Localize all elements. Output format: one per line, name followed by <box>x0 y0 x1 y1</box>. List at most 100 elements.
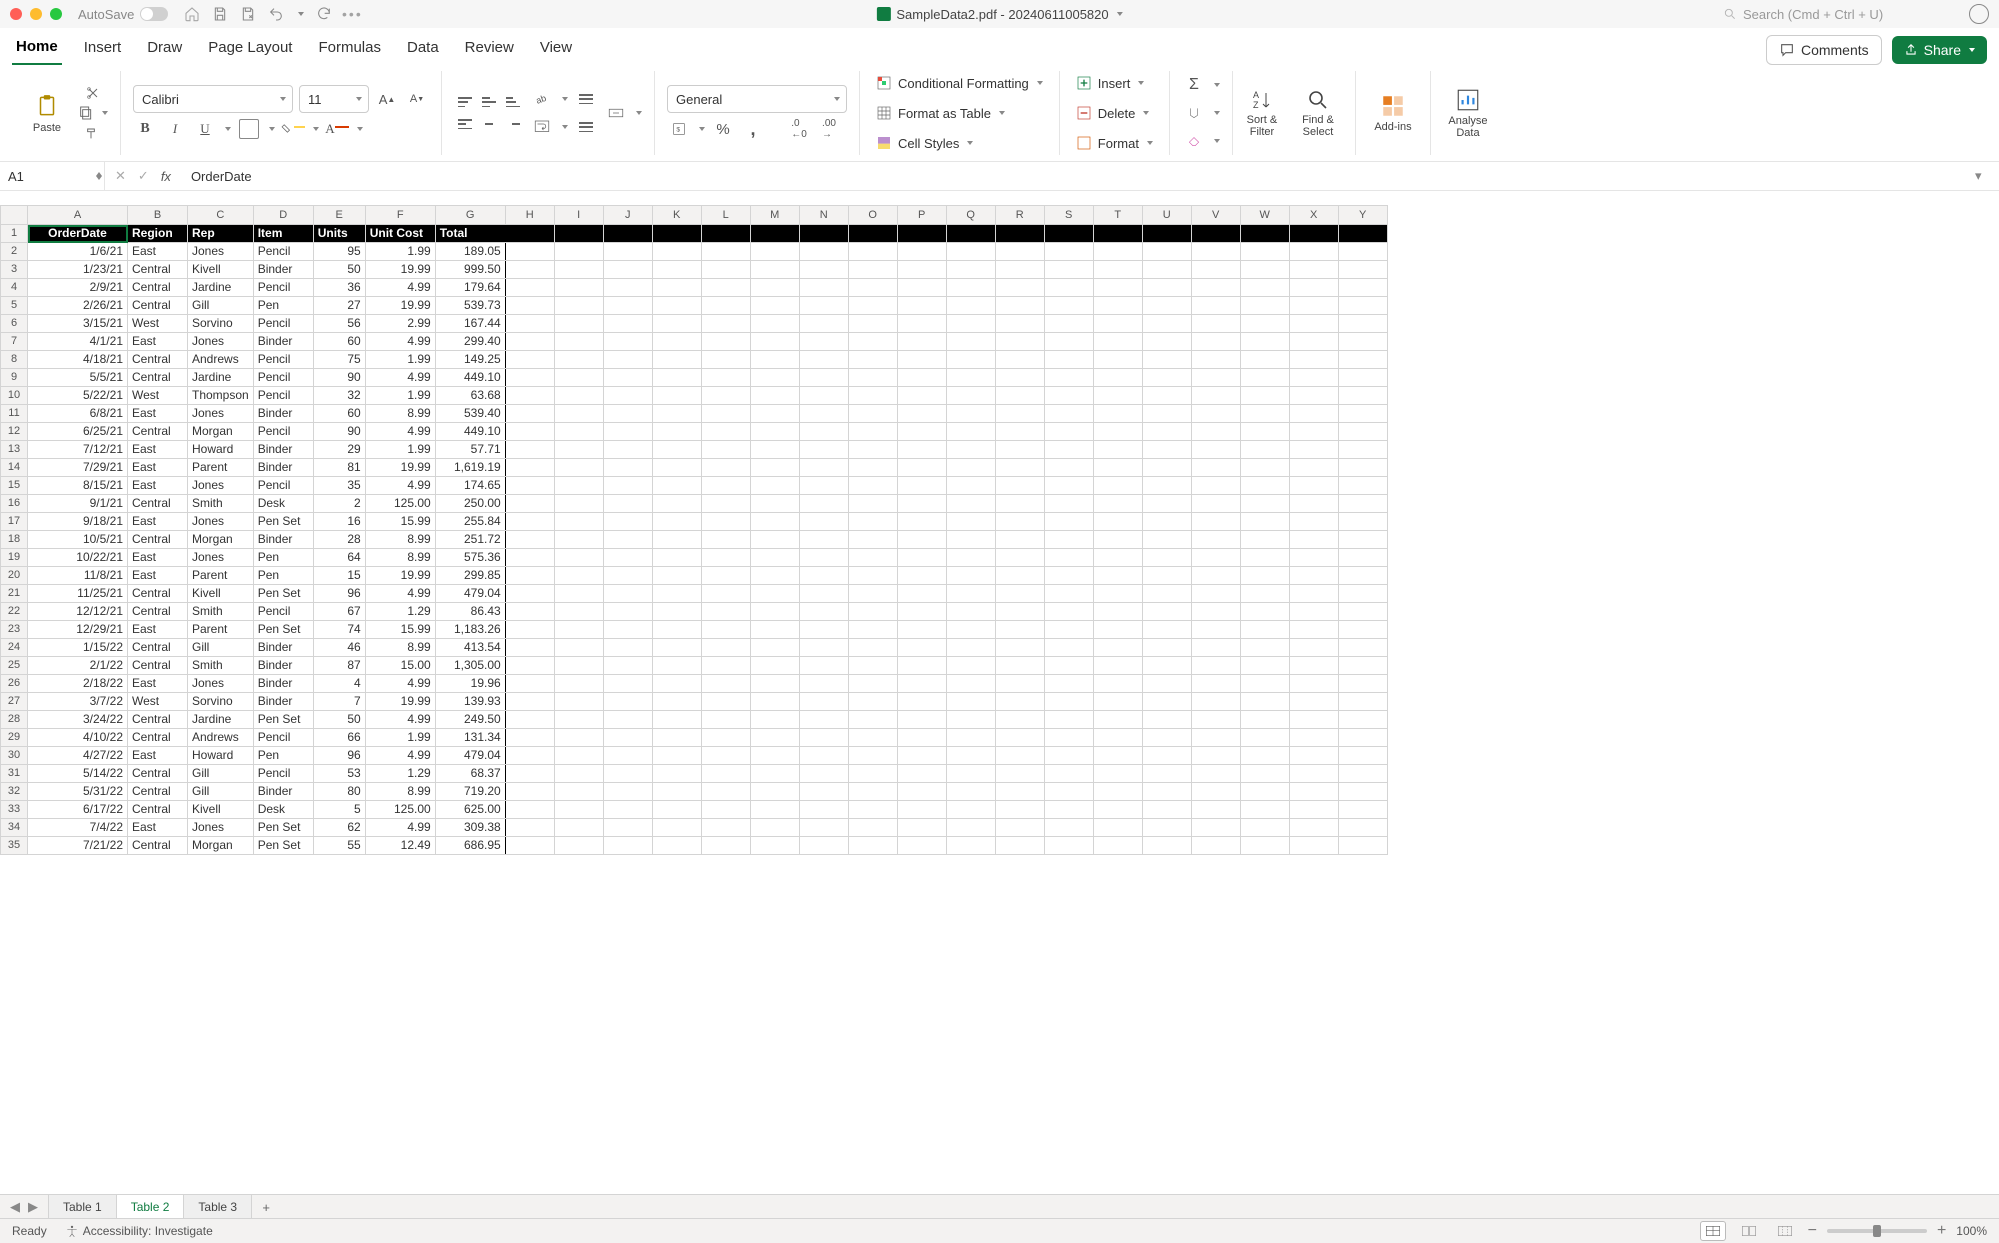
cell[interactable] <box>995 603 1044 621</box>
column-header[interactable]: X <box>1289 206 1338 225</box>
cell[interactable] <box>897 459 946 477</box>
cell[interactable]: Central <box>128 801 188 819</box>
cell[interactable] <box>897 297 946 315</box>
cell[interactable] <box>995 747 1044 765</box>
format-cells-button[interactable]: Format <box>1072 131 1157 155</box>
cell[interactable] <box>897 495 946 513</box>
cell[interactable] <box>848 585 897 603</box>
cell[interactable] <box>1289 819 1338 837</box>
cell[interactable] <box>1240 351 1289 369</box>
cell[interactable] <box>1338 621 1387 639</box>
merge-dropdown-icon[interactable] <box>636 111 642 115</box>
cell[interactable] <box>848 441 897 459</box>
cell[interactable]: Pen Set <box>253 621 313 639</box>
more-icon[interactable]: ••• <box>344 6 360 22</box>
row-header[interactable]: 32 <box>1 783 28 801</box>
cancel-formula-icon[interactable]: ✕ <box>115 168 126 184</box>
cell[interactable] <box>946 423 995 441</box>
cell[interactable] <box>946 297 995 315</box>
cell[interactable]: 2/26/21 <box>28 297 128 315</box>
cell[interactable] <box>1240 729 1289 747</box>
view-page-layout-icon[interactable] <box>1736 1221 1762 1241</box>
cell[interactable] <box>799 603 848 621</box>
cell[interactable]: East <box>128 513 188 531</box>
cell[interactable] <box>603 387 652 405</box>
cell[interactable] <box>1044 477 1093 495</box>
cell[interactable] <box>554 315 603 333</box>
column-header[interactable]: G <box>435 206 505 225</box>
cell[interactable] <box>505 315 554 333</box>
cell[interactable] <box>603 693 652 711</box>
cell[interactable] <box>750 693 799 711</box>
cell[interactable] <box>1240 801 1289 819</box>
cell[interactable] <box>1142 801 1191 819</box>
cell[interactable] <box>897 747 946 765</box>
cell[interactable] <box>505 279 554 297</box>
cell[interactable] <box>652 351 701 369</box>
cell[interactable] <box>652 675 701 693</box>
cell[interactable] <box>1338 801 1387 819</box>
cell[interactable] <box>1191 783 1240 801</box>
cell[interactable] <box>1142 837 1191 855</box>
cell[interactable] <box>897 639 946 657</box>
cell[interactable] <box>1191 531 1240 549</box>
cell[interactable] <box>701 423 750 441</box>
increase-decimal-icon[interactable]: .0←0 <box>787 117 811 141</box>
cell[interactable] <box>1142 333 1191 351</box>
tab-formulas[interactable]: Formulas <box>314 35 385 64</box>
cell[interactable] <box>603 837 652 855</box>
cell[interactable]: 449.10 <box>435 423 505 441</box>
cell[interactable] <box>946 351 995 369</box>
cell[interactable]: 96 <box>313 747 365 765</box>
cell[interactable] <box>1240 441 1289 459</box>
cell[interactable] <box>1240 711 1289 729</box>
cell[interactable]: 125.00 <box>365 495 435 513</box>
cell[interactable] <box>995 549 1044 567</box>
cell[interactable]: 1/23/21 <box>28 261 128 279</box>
merge-icon[interactable] <box>604 101 628 125</box>
expand-formula-bar-icon[interactable]: ▾ <box>1975 168 1999 184</box>
cell[interactable] <box>1044 675 1093 693</box>
zoom-in-button[interactable]: + <box>1937 1222 1946 1240</box>
undo-icon[interactable] <box>268 6 284 22</box>
cell[interactable]: 4/1/21 <box>28 333 128 351</box>
cell[interactable] <box>1240 279 1289 297</box>
cell[interactable] <box>652 837 701 855</box>
cell[interactable] <box>1044 585 1093 603</box>
cell[interactable] <box>505 351 554 369</box>
cell[interactable] <box>505 297 554 315</box>
cell[interactable] <box>505 477 554 495</box>
cell[interactable] <box>1191 459 1240 477</box>
cell[interactable] <box>505 531 554 549</box>
cell[interactable] <box>897 801 946 819</box>
cell[interactable] <box>799 423 848 441</box>
cell[interactable] <box>1338 639 1387 657</box>
cell[interactable] <box>946 369 995 387</box>
cell[interactable] <box>1289 459 1338 477</box>
sheet-tab-table-1[interactable]: Table 1 <box>49 1195 117 1219</box>
cell[interactable]: Gill <box>188 783 254 801</box>
cell[interactable] <box>995 765 1044 783</box>
cell[interactable] <box>799 531 848 549</box>
cell[interactable]: 2/1/22 <box>28 657 128 675</box>
cell[interactable] <box>1191 297 1240 315</box>
cell[interactable] <box>1191 747 1240 765</box>
cell[interactable] <box>1142 711 1191 729</box>
cell[interactable] <box>1093 315 1142 333</box>
spreadsheet-grid[interactable]: ABCDEFGHIJKLMNOPQRSTUVWXY1OrderDateRegio… <box>0 205 1999 1195</box>
cell[interactable]: 8.99 <box>365 405 435 423</box>
cell[interactable] <box>750 333 799 351</box>
cell[interactable]: 449.10 <box>435 369 505 387</box>
cell[interactable] <box>701 567 750 585</box>
cell[interactable] <box>603 747 652 765</box>
paste-button[interactable]: Paste <box>22 88 72 138</box>
cell[interactable] <box>1142 279 1191 297</box>
zoom-slider[interactable] <box>1827 1229 1927 1233</box>
cell[interactable] <box>1289 387 1338 405</box>
cell[interactable]: 7 <box>313 693 365 711</box>
cell[interactable] <box>1142 351 1191 369</box>
cell[interactable] <box>897 315 946 333</box>
cell[interactable]: 1/15/22 <box>28 639 128 657</box>
cell[interactable]: 149.25 <box>435 351 505 369</box>
format-as-table-button[interactable]: Format as Table <box>872 101 1047 125</box>
